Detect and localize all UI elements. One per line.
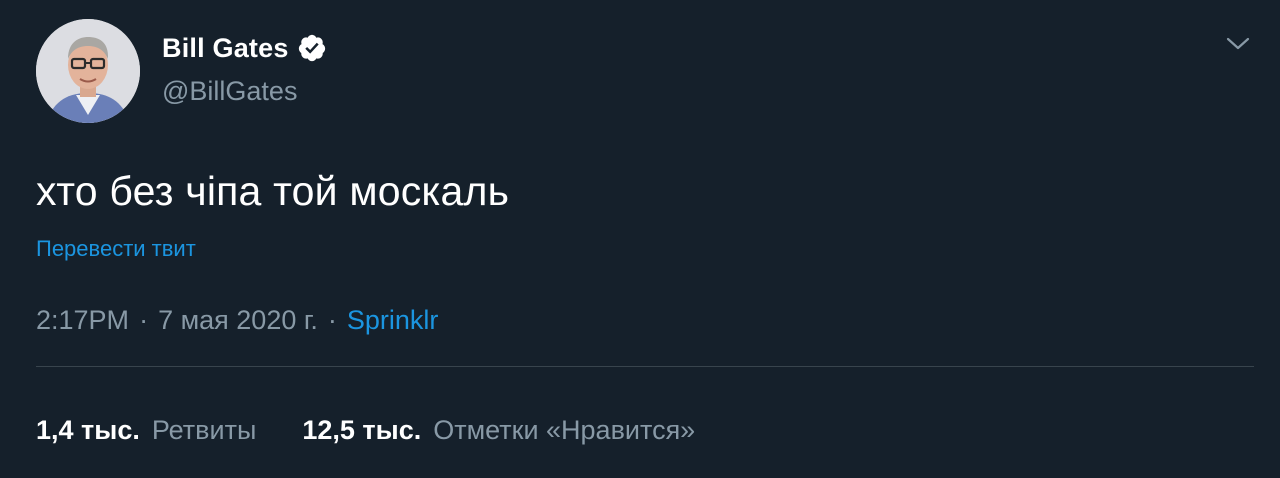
tweet-stats: 1,4 тыс. Ретвиты 12,5 тыс. Отметки «Нрав… [36, 415, 695, 446]
tweet-source-link[interactable]: Sprinklr [347, 305, 439, 336]
author-handle[interactable]: @BillGates [162, 76, 297, 107]
tweet-card: Bill Gates @BillGates хто без чіпа той м… [0, 0, 1280, 478]
tweet-time[interactable]: 2:17PM [36, 305, 129, 336]
verified-badge-icon [297, 33, 327, 63]
tweet-meta: 2:17PM · 7 мая 2020 г. · Sprinklr [36, 305, 438, 336]
avatar[interactable] [36, 19, 140, 123]
retweets-label: Ретвиты [151, 415, 257, 445]
author-name-row[interactable]: Bill Gates [162, 30, 327, 66]
meta-separator: · [327, 305, 337, 335]
chevron-down-icon[interactable] [1222, 30, 1254, 58]
retweets-count: 1,4 тыс. [36, 415, 140, 445]
author-display-name[interactable]: Bill Gates [162, 33, 289, 64]
tweet-text: хто без чіпа той москаль [36, 168, 510, 214]
likes-stat[interactable]: 12,5 тыс. Отметки «Нравится» [302, 415, 695, 446]
tweet-date[interactable]: 7 мая 2020 г. [158, 305, 318, 336]
likes-count: 12,5 тыс. [302, 415, 422, 445]
divider [36, 366, 1254, 367]
translate-tweet-link[interactable]: Перевести твит [36, 236, 196, 262]
retweets-stat[interactable]: 1,4 тыс. Ретвиты [36, 415, 256, 446]
meta-separator: · [139, 305, 149, 335]
likes-label: Отметки «Нравится» [433, 415, 696, 445]
